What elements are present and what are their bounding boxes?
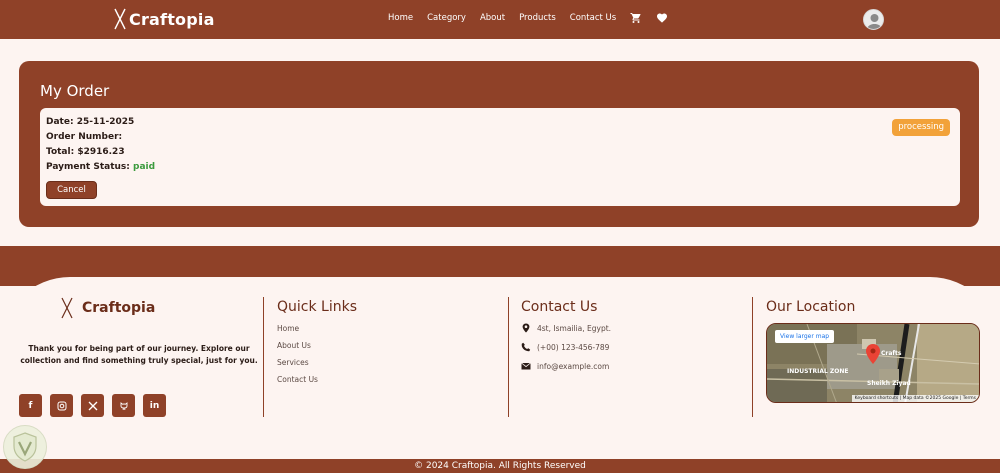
copyright-bar: © 2024 Craftopia. All Rights Reserved: [0, 459, 1000, 473]
footer-link-about-us[interactable]: About Us: [277, 341, 311, 350]
navbar: Craftopia Home Category About Products C…: [0, 0, 1000, 39]
heart-icon[interactable]: [656, 12, 668, 24]
cart-icon[interactable]: [630, 12, 642, 24]
contact-us-title: Contact Us: [521, 299, 598, 315]
linkedin-icon[interactable]: in: [143, 394, 166, 417]
crossed-tools-icon: [114, 8, 126, 30]
view-larger-map-button[interactable]: View larger map: [775, 330, 835, 343]
contact-phone-text: (+00) 123-456-789: [537, 342, 610, 352]
facebook-icon[interactable]: f: [19, 394, 42, 417]
order-total-row: Total: $2916.23: [46, 147, 125, 157]
map-attribution[interactable]: Keyboard shortcuts | Map data ©2025 Goog…: [851, 395, 979, 402]
footer-divider: [752, 297, 753, 417]
footer-link-services[interactable]: Services: [277, 358, 309, 367]
nav-contact-us[interactable]: Contact Us: [570, 13, 616, 23]
footer-divider: [263, 297, 264, 417]
contact-email-text: info@example.com: [537, 361, 610, 371]
nav-about[interactable]: About: [480, 13, 505, 23]
shield-logo-icon: [3, 425, 47, 469]
payment-status-value: paid: [133, 162, 156, 172]
x-icon[interactable]: [81, 394, 104, 417]
footer-link-contact-us[interactable]: Contact Us: [277, 375, 318, 384]
footer-tagline: Thank you for being part of our journey.…: [20, 344, 258, 365]
brand-name: Craftopia: [129, 9, 215, 29]
contact-phone: (+00) 123-456-789: [521, 342, 609, 352]
cancel-order-button[interactable]: Cancel: [46, 181, 97, 199]
envelope-icon: [521, 362, 531, 370]
location-map[interactable]: View larger map Crafts INDUSTRIAL ZONE S…: [766, 323, 980, 403]
order-number-row: Order Number:: [46, 132, 122, 142]
github-icon[interactable]: [112, 394, 135, 417]
footer-divider: [508, 297, 509, 417]
footer-brand-name: Craftopia: [82, 300, 156, 316]
footer-link-home[interactable]: Home: [277, 324, 299, 333]
order-status-badge: processing: [892, 119, 950, 136]
map-pin-icon: [866, 344, 880, 364]
nav-category[interactable]: Category: [427, 13, 466, 23]
order-number-label: Order Number:: [46, 132, 123, 142]
my-order-panel: My Order Date: 25-11-2025 Order Number: …: [19, 61, 979, 227]
map-place-label: Crafts: [881, 350, 902, 357]
brand-logo[interactable]: Craftopia: [113, 8, 215, 30]
payment-status-label: Payment Status:: [46, 162, 130, 172]
order-total: $2916.23: [77, 147, 125, 157]
contact-email: info@example.com: [521, 361, 609, 371]
nav-products[interactable]: Products: [519, 13, 556, 23]
user-avatar-icon[interactable]: [863, 9, 884, 30]
instagram-icon[interactable]: [50, 394, 73, 417]
order-total-label: Total:: [46, 147, 75, 157]
order-card: Date: 25-11-2025 Order Number: Total: $2…: [40, 108, 960, 206]
payment-status-row: Payment Status: paid: [46, 162, 155, 172]
our-location-title: Our Location: [766, 299, 856, 315]
social-links: f in: [19, 394, 174, 417]
order-date-row: Date: 25-11-2025: [46, 117, 134, 127]
map-pin-icon: [522, 323, 530, 333]
crossed-tools-icon: [61, 297, 73, 319]
main-nav: Home Category About Products Contact Us: [388, 12, 682, 24]
phone-icon: [521, 342, 531, 352]
order-date-label: Date:: [46, 117, 74, 127]
quick-links-title: Quick Links: [277, 299, 358, 315]
footer-brand: Craftopia: [60, 297, 155, 319]
nav-home[interactable]: Home: [388, 13, 413, 23]
copyright-text: © 2024 Craftopia. All Rights Reserved: [414, 461, 586, 471]
map-area-label: Sheikh Ziyad: [867, 380, 911, 387]
page-title: My Order: [40, 82, 110, 100]
map-area-label: INDUSTRIAL ZONE: [787, 368, 849, 375]
contact-address: 4st, Ismailia, Egypt.: [521, 323, 611, 333]
contact-address-text: 4st, Ismailia, Egypt.: [537, 323, 612, 333]
order-date: 25-11-2025: [76, 117, 135, 127]
